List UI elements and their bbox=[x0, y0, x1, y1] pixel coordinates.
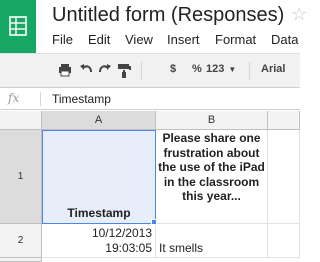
column-header-row: A B bbox=[0, 111, 300, 130]
fx-icon: fx bbox=[8, 91, 20, 105]
cell-b1-text: Please share one frustration about the u… bbox=[158, 131, 265, 203]
menu-insert[interactable]: Insert bbox=[167, 32, 200, 47]
menu-file[interactable]: File bbox=[52, 32, 73, 47]
chevron-down-icon: ▼ bbox=[228, 65, 237, 74]
cell-a2-time: 19:03:05 bbox=[105, 241, 152, 255]
row-header-3[interactable] bbox=[0, 258, 42, 262]
paint-format-icon[interactable] bbox=[117, 63, 131, 79]
app-header: Untitled form (Responses) ☆ File Edit Vi… bbox=[0, 0, 307, 53]
redo-icon[interactable] bbox=[98, 63, 112, 79]
cell-c1[interactable] bbox=[268, 130, 300, 224]
select-all-corner[interactable] bbox=[0, 111, 42, 129]
menu-format[interactable]: Format bbox=[215, 32, 256, 47]
undo-icon[interactable] bbox=[79, 63, 93, 79]
cell-a2[interactable]: 10/12/2013 19:03:05 bbox=[42, 224, 156, 258]
formula-separator bbox=[40, 92, 41, 106]
percent-format-button[interactable]: % bbox=[192, 63, 202, 79]
menu-view[interactable]: View bbox=[125, 32, 153, 47]
formula-input[interactable]: Timestamp bbox=[52, 92, 111, 106]
currency-format-button[interactable]: $ bbox=[170, 63, 176, 79]
cell-b2-text: It smells bbox=[159, 241, 204, 255]
menu-data[interactable]: Data bbox=[271, 32, 298, 47]
column-header-a[interactable]: A bbox=[42, 111, 156, 129]
fill-handle[interactable] bbox=[151, 219, 157, 225]
toolbar: $ % 123 ▼ Arial bbox=[0, 53, 300, 88]
cell-b2[interactable]: It smells bbox=[156, 224, 268, 258]
column-header-c[interactable] bbox=[268, 111, 300, 129]
cell-a2-date: 10/12/2013 bbox=[91, 226, 152, 240]
cell-a1-text: Timestamp bbox=[67, 206, 131, 220]
cell-a1-selected[interactable]: Timestamp bbox=[42, 130, 156, 224]
menu-edit[interactable]: Edit bbox=[88, 32, 110, 47]
row-header-1[interactable]: 1 bbox=[0, 130, 42, 224]
sheets-icon[interactable] bbox=[0, 0, 36, 53]
font-family-dropdown[interactable]: Arial bbox=[261, 63, 285, 79]
cell-b1[interactable]: Please share one frustration about the u… bbox=[156, 130, 268, 224]
formula-bar: fx Timestamp bbox=[0, 88, 300, 110]
column-header-b[interactable]: B bbox=[156, 111, 268, 129]
toolbar-separator bbox=[249, 62, 250, 80]
document-title[interactable]: Untitled form (Responses) bbox=[52, 4, 284, 27]
number-format-label: 123 bbox=[206, 63, 225, 75]
number-format-dropdown[interactable]: 123 ▼ bbox=[206, 63, 236, 79]
print-icon[interactable] bbox=[58, 63, 72, 79]
cell-c2[interactable] bbox=[268, 224, 300, 258]
row-header-2[interactable]: 2 bbox=[0, 224, 42, 258]
toolbar-separator bbox=[141, 62, 142, 80]
star-icon[interactable]: ☆ bbox=[291, 4, 307, 25]
